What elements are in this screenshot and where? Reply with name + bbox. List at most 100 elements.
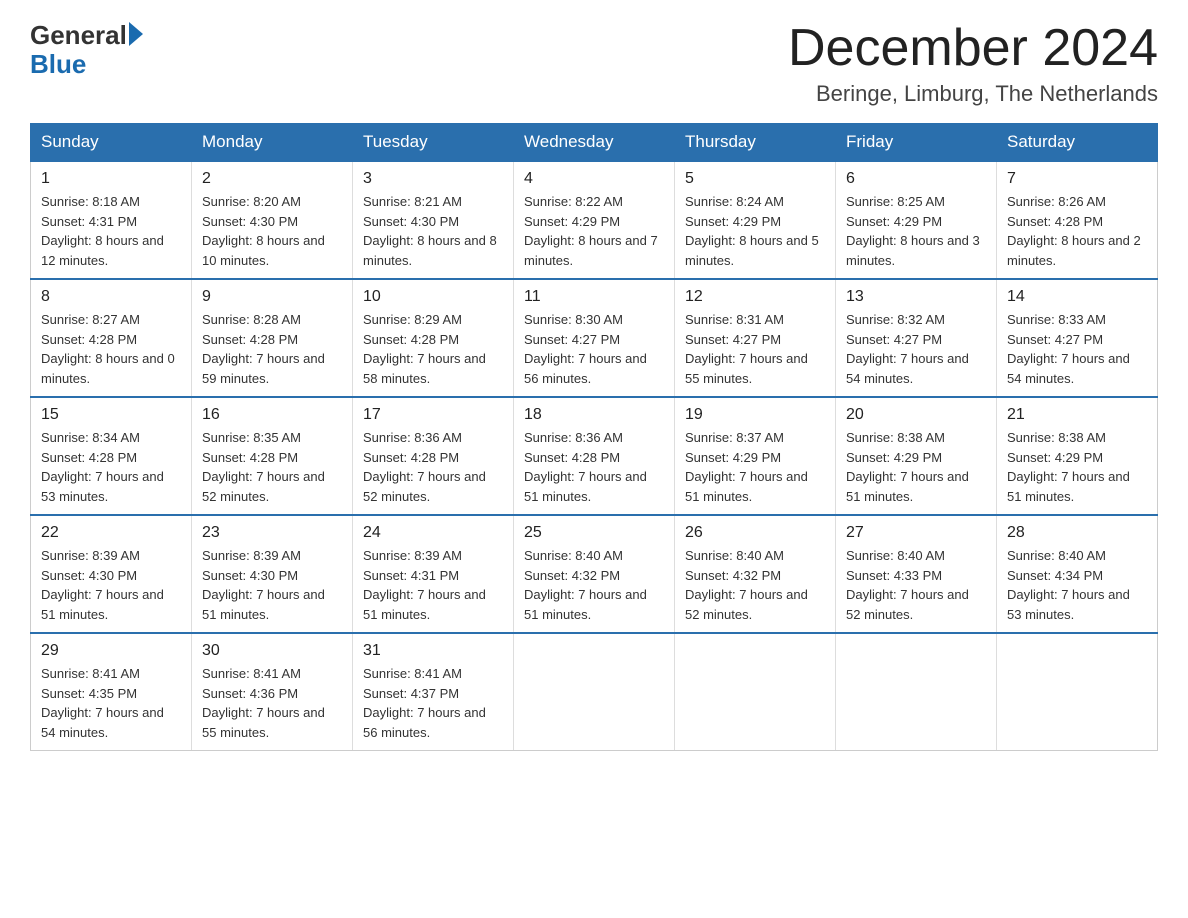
calendar-cell (836, 633, 997, 751)
day-info: Sunrise: 8:29 AMSunset: 4:28 PMDaylight:… (363, 310, 503, 388)
day-info: Sunrise: 8:39 AMSunset: 4:31 PMDaylight:… (363, 546, 503, 624)
calendar-cell (675, 633, 836, 751)
day-info: Sunrise: 8:38 AMSunset: 4:29 PMDaylight:… (1007, 428, 1147, 506)
calendar-cell: 12 Sunrise: 8:31 AMSunset: 4:27 PMDaylig… (675, 279, 836, 397)
calendar-cell: 1 Sunrise: 8:18 AMSunset: 4:31 PMDayligh… (31, 161, 192, 279)
day-number: 21 (1007, 406, 1147, 424)
day-number: 23 (202, 524, 342, 542)
calendar-cell: 5 Sunrise: 8:24 AMSunset: 4:29 PMDayligh… (675, 161, 836, 279)
page-header: General Blue December 2024 Beringe, Limb… (30, 20, 1158, 107)
calendar-cell: 21 Sunrise: 8:38 AMSunset: 4:29 PMDaylig… (997, 397, 1158, 515)
day-number: 2 (202, 170, 342, 188)
calendar-cell: 10 Sunrise: 8:29 AMSunset: 4:28 PMDaylig… (353, 279, 514, 397)
calendar-cell: 26 Sunrise: 8:40 AMSunset: 4:32 PMDaylig… (675, 515, 836, 633)
day-info: Sunrise: 8:21 AMSunset: 4:30 PMDaylight:… (363, 192, 503, 270)
calendar-cell: 18 Sunrise: 8:36 AMSunset: 4:28 PMDaylig… (514, 397, 675, 515)
column-header-friday: Friday (836, 124, 997, 162)
day-number: 22 (41, 524, 181, 542)
day-number: 1 (41, 170, 181, 188)
calendar-week-row: 8 Sunrise: 8:27 AMSunset: 4:28 PMDayligh… (31, 279, 1158, 397)
calendar-cell: 13 Sunrise: 8:32 AMSunset: 4:27 PMDaylig… (836, 279, 997, 397)
day-number: 13 (846, 288, 986, 306)
calendar-cell: 31 Sunrise: 8:41 AMSunset: 4:37 PMDaylig… (353, 633, 514, 751)
day-number: 3 (363, 170, 503, 188)
calendar-cell: 27 Sunrise: 8:40 AMSunset: 4:33 PMDaylig… (836, 515, 997, 633)
column-header-tuesday: Tuesday (353, 124, 514, 162)
month-title: December 2024 (788, 20, 1158, 77)
day-number: 24 (363, 524, 503, 542)
day-info: Sunrise: 8:37 AMSunset: 4:29 PMDaylight:… (685, 428, 825, 506)
day-info: Sunrise: 8:24 AMSunset: 4:29 PMDaylight:… (685, 192, 825, 270)
day-number: 7 (1007, 170, 1147, 188)
calendar-cell: 22 Sunrise: 8:39 AMSunset: 4:30 PMDaylig… (31, 515, 192, 633)
day-number: 20 (846, 406, 986, 424)
calendar-cell: 8 Sunrise: 8:27 AMSunset: 4:28 PMDayligh… (31, 279, 192, 397)
day-number: 11 (524, 288, 664, 306)
day-info: Sunrise: 8:18 AMSunset: 4:31 PMDaylight:… (41, 192, 181, 270)
day-info: Sunrise: 8:25 AMSunset: 4:29 PMDaylight:… (846, 192, 986, 270)
day-number: 16 (202, 406, 342, 424)
day-number: 9 (202, 288, 342, 306)
day-info: Sunrise: 8:40 AMSunset: 4:32 PMDaylight:… (685, 546, 825, 624)
calendar-cell: 24 Sunrise: 8:39 AMSunset: 4:31 PMDaylig… (353, 515, 514, 633)
title-block: December 2024 Beringe, Limburg, The Neth… (788, 20, 1158, 107)
calendar-table: SundayMondayTuesdayWednesdayThursdayFrid… (30, 123, 1158, 751)
logo-general: General (30, 20, 127, 51)
location-title: Beringe, Limburg, The Netherlands (788, 81, 1158, 107)
calendar-cell: 15 Sunrise: 8:34 AMSunset: 4:28 PMDaylig… (31, 397, 192, 515)
calendar-cell: 16 Sunrise: 8:35 AMSunset: 4:28 PMDaylig… (192, 397, 353, 515)
day-number: 5 (685, 170, 825, 188)
day-info: Sunrise: 8:33 AMSunset: 4:27 PMDaylight:… (1007, 310, 1147, 388)
day-number: 4 (524, 170, 664, 188)
day-number: 27 (846, 524, 986, 542)
day-info: Sunrise: 8:32 AMSunset: 4:27 PMDaylight:… (846, 310, 986, 388)
day-info: Sunrise: 8:41 AMSunset: 4:37 PMDaylight:… (363, 664, 503, 742)
calendar-cell: 4 Sunrise: 8:22 AMSunset: 4:29 PMDayligh… (514, 161, 675, 279)
day-number: 17 (363, 406, 503, 424)
logo-blue-text: Blue (30, 51, 143, 77)
day-info: Sunrise: 8:41 AMSunset: 4:35 PMDaylight:… (41, 664, 181, 742)
day-info: Sunrise: 8:36 AMSunset: 4:28 PMDaylight:… (524, 428, 664, 506)
day-info: Sunrise: 8:26 AMSunset: 4:28 PMDaylight:… (1007, 192, 1147, 270)
logo-arrow-icon (129, 22, 143, 46)
day-info: Sunrise: 8:22 AMSunset: 4:29 PMDaylight:… (524, 192, 664, 270)
day-info: Sunrise: 8:39 AMSunset: 4:30 PMDaylight:… (41, 546, 181, 624)
calendar-cell: 14 Sunrise: 8:33 AMSunset: 4:27 PMDaylig… (997, 279, 1158, 397)
calendar-cell: 7 Sunrise: 8:26 AMSunset: 4:28 PMDayligh… (997, 161, 1158, 279)
day-number: 28 (1007, 524, 1147, 542)
day-info: Sunrise: 8:36 AMSunset: 4:28 PMDaylight:… (363, 428, 503, 506)
calendar-cell: 25 Sunrise: 8:40 AMSunset: 4:32 PMDaylig… (514, 515, 675, 633)
day-info: Sunrise: 8:30 AMSunset: 4:27 PMDaylight:… (524, 310, 664, 388)
day-info: Sunrise: 8:28 AMSunset: 4:28 PMDaylight:… (202, 310, 342, 388)
calendar-cell: 30 Sunrise: 8:41 AMSunset: 4:36 PMDaylig… (192, 633, 353, 751)
day-info: Sunrise: 8:34 AMSunset: 4:28 PMDaylight:… (41, 428, 181, 506)
day-info: Sunrise: 8:31 AMSunset: 4:27 PMDaylight:… (685, 310, 825, 388)
day-info: Sunrise: 8:40 AMSunset: 4:32 PMDaylight:… (524, 546, 664, 624)
day-number: 14 (1007, 288, 1147, 306)
logo: General Blue (30, 20, 143, 77)
calendar-header-row: SundayMondayTuesdayWednesdayThursdayFrid… (31, 124, 1158, 162)
calendar-cell: 20 Sunrise: 8:38 AMSunset: 4:29 PMDaylig… (836, 397, 997, 515)
day-info: Sunrise: 8:38 AMSunset: 4:29 PMDaylight:… (846, 428, 986, 506)
calendar-week-row: 1 Sunrise: 8:18 AMSunset: 4:31 PMDayligh… (31, 161, 1158, 279)
calendar-week-row: 29 Sunrise: 8:41 AMSunset: 4:35 PMDaylig… (31, 633, 1158, 751)
calendar-cell: 17 Sunrise: 8:36 AMSunset: 4:28 PMDaylig… (353, 397, 514, 515)
column-header-thursday: Thursday (675, 124, 836, 162)
day-number: 12 (685, 288, 825, 306)
day-info: Sunrise: 8:35 AMSunset: 4:28 PMDaylight:… (202, 428, 342, 506)
day-info: Sunrise: 8:20 AMSunset: 4:30 PMDaylight:… (202, 192, 342, 270)
day-info: Sunrise: 8:39 AMSunset: 4:30 PMDaylight:… (202, 546, 342, 624)
calendar-cell: 3 Sunrise: 8:21 AMSunset: 4:30 PMDayligh… (353, 161, 514, 279)
calendar-cell: 9 Sunrise: 8:28 AMSunset: 4:28 PMDayligh… (192, 279, 353, 397)
day-info: Sunrise: 8:40 AMSunset: 4:34 PMDaylight:… (1007, 546, 1147, 624)
column-header-wednesday: Wednesday (514, 124, 675, 162)
day-number: 15 (41, 406, 181, 424)
day-number: 8 (41, 288, 181, 306)
day-info: Sunrise: 8:27 AMSunset: 4:28 PMDaylight:… (41, 310, 181, 388)
day-number: 10 (363, 288, 503, 306)
calendar-cell (514, 633, 675, 751)
column-header-monday: Monday (192, 124, 353, 162)
day-number: 18 (524, 406, 664, 424)
day-number: 30 (202, 642, 342, 660)
column-header-saturday: Saturday (997, 124, 1158, 162)
